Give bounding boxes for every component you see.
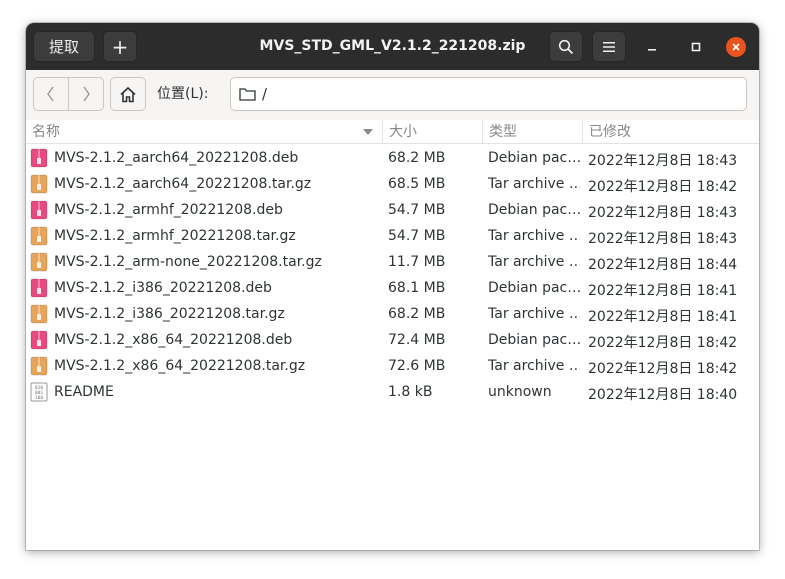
- file-type: Debian pac…: [488, 150, 580, 166]
- deb-package-icon: [30, 278, 50, 298]
- column-header-size[interactable]: 大小: [382, 120, 482, 144]
- file-modified: 2022年12月8日 18:40: [588, 387, 738, 403]
- file-name: README: [54, 384, 114, 400]
- file-row[interactable]: 010 001 100 README 1.8 kB unknown 2022年12月8日 1…: [26, 379, 759, 405]
- close-icon: [732, 43, 740, 51]
- hamburger-menu-icon: [603, 41, 615, 52]
- location-path: /: [262, 85, 268, 103]
- back-button[interactable]: [34, 78, 68, 110]
- maximize-icon: [691, 42, 701, 52]
- minimize-icon: [648, 49, 656, 51]
- file-row[interactable]: MVS-2.1.2_armhf_20221208.tar.gz 54.7 MB Ta…: [26, 223, 759, 249]
- file-row[interactable]: MVS-2.1.2_arm-none_20221208.tar.gz 11.7 M…: [26, 249, 759, 275]
- file-size: 54.7 MB: [388, 228, 446, 244]
- file-size: 11.7 MB: [388, 254, 446, 270]
- file-size: 72.4 MB: [388, 332, 446, 348]
- navigation-buttons: [33, 77, 104, 111]
- archive-manager-window: 提取 + MVS_STD_GML_V2.1.2_221208.zip 位置(L)…: [26, 23, 759, 550]
- file-type: Debian pac…: [488, 332, 580, 348]
- minimize-button[interactable]: [642, 37, 662, 57]
- deb-package-icon: [30, 200, 50, 220]
- search-button[interactable]: [549, 31, 583, 62]
- file-type: Debian pac…: [488, 280, 580, 296]
- file-type: Tar archive …: [488, 358, 580, 374]
- column-header-name[interactable]: 名称: [26, 120, 382, 144]
- file-name: MVS-2.1.2_aarch64_20221208.deb: [54, 150, 299, 166]
- file-type: Tar archive …: [488, 306, 580, 322]
- header-bar: 提取 + MVS_STD_GML_V2.1.2_221208.zip: [26, 23, 759, 70]
- file-type: Debian pac…: [488, 202, 580, 218]
- file-list: MVS-2.1.2_aarch64_20221208.deb 68.2 MB Deb…: [26, 145, 759, 405]
- file-name: MVS-2.1.2_arm-none_20221208.tar.gz: [54, 254, 322, 270]
- file-name: MVS-2.1.2_armhf_20221208.tar.gz: [54, 228, 296, 244]
- column-header-size-label: 大小: [389, 124, 417, 140]
- file-name: MVS-2.1.2_aarch64_20221208.tar.gz: [54, 176, 312, 192]
- file-size: 68.2 MB: [388, 306, 446, 322]
- add-files-button[interactable]: +: [103, 31, 137, 62]
- file-name: MVS-2.1.2_i386_20221208.tar.gz: [54, 306, 285, 322]
- column-header-type-label: 类型: [489, 124, 517, 140]
- deb-package-icon: [30, 148, 50, 168]
- file-row[interactable]: MVS-2.1.2_armhf_20221208.deb 54.7 MB Debia…: [26, 197, 759, 223]
- tar-archive-icon: [30, 304, 50, 324]
- search-icon: [558, 39, 574, 54]
- file-row[interactable]: MVS-2.1.2_i386_20221208.deb 68.1 MB Debian…: [26, 275, 759, 301]
- file-size: 68.1 MB: [388, 280, 446, 296]
- file-size: 54.7 MB: [388, 202, 446, 218]
- file-name: MVS-2.1.2_x86_64_20221208.deb: [54, 332, 293, 348]
- file-row[interactable]: MVS-2.1.2_aarch64_20221208.tar.gz 68.5 MB…: [26, 171, 759, 197]
- location-label: 位置(L):: [157, 86, 209, 102]
- file-type: Tar archive …: [488, 176, 580, 192]
- file-type: Tar archive …: [488, 228, 580, 244]
- column-header-type[interactable]: 类型: [482, 120, 582, 144]
- menu-button[interactable]: [592, 31, 626, 62]
- file-name: MVS-2.1.2_i386_20221208.deb: [54, 280, 272, 296]
- file-size: 72.6 MB: [388, 358, 446, 374]
- chevron-left-icon: [47, 86, 54, 102]
- tar-archive-icon: [30, 174, 50, 194]
- tar-archive-icon: [30, 226, 50, 246]
- chevron-right-icon: [83, 86, 90, 102]
- file-size: 68.2 MB: [388, 150, 446, 166]
- file-row[interactable]: MVS-2.1.2_x86_64_20221208.tar.gz 72.6 MB T…: [26, 353, 759, 379]
- file-size: 68.5 MB: [388, 176, 446, 192]
- maximize-button[interactable]: [686, 37, 706, 57]
- file-name: MVS-2.1.2_armhf_20221208.deb: [54, 202, 283, 218]
- close-button[interactable]: [726, 37, 746, 57]
- home-icon: [120, 86, 136, 102]
- column-header-name-label: 名称: [32, 124, 60, 140]
- file-type: Tar archive …: [488, 254, 580, 270]
- sort-descending-icon: [363, 129, 373, 135]
- file-row[interactable]: MVS-2.1.2_x86_64_20221208.deb 72.4 MB Debi…: [26, 327, 759, 353]
- svg-text:100: 100: [35, 395, 44, 401]
- binary-file-icon: 010 001 100: [30, 382, 50, 402]
- column-header-modified-label: 已修改: [589, 124, 631, 140]
- file-row[interactable]: MVS-2.1.2_aarch64_20221208.deb 68.2 MB Deb…: [26, 145, 759, 171]
- column-header-modified[interactable]: 已修改: [582, 120, 759, 144]
- location-field[interactable]: /: [230, 77, 747, 111]
- forward-button[interactable]: [69, 78, 103, 110]
- deb-package-icon: [30, 330, 50, 350]
- extract-button[interactable]: 提取: [33, 31, 95, 62]
- file-row[interactable]: MVS-2.1.2_i386_20221208.tar.gz 68.2 MB Tar…: [26, 301, 759, 327]
- file-size: 1.8 kB: [388, 384, 433, 400]
- folder-icon: [239, 88, 256, 101]
- file-name: MVS-2.1.2_x86_64_20221208.tar.gz: [54, 358, 306, 374]
- tar-archive-icon: [30, 252, 50, 272]
- file-type: unknown: [488, 384, 552, 400]
- home-button[interactable]: [110, 77, 146, 111]
- tar-archive-icon: [30, 356, 50, 376]
- location-toolbar: 位置(L): /: [26, 70, 759, 121]
